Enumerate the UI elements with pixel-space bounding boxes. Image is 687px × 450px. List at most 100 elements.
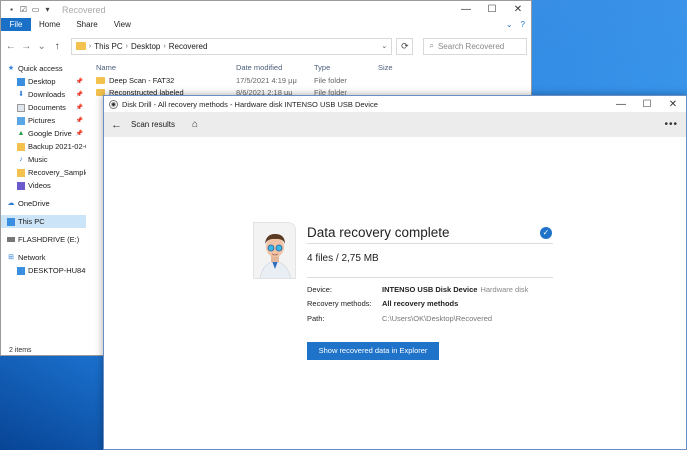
file-row[interactable]: Deep Scan - FAT32 17/5/2021 4:19 μμ File… xyxy=(86,74,531,86)
nav-videos[interactable]: Videos xyxy=(1,179,86,192)
column-type[interactable]: Type xyxy=(314,63,378,72)
nav-label: Videos xyxy=(28,181,51,190)
close-button[interactable]: ✕ xyxy=(660,96,686,112)
star-icon: ★ xyxy=(7,64,15,72)
tab-home[interactable]: Home xyxy=(31,18,68,31)
pictures-icon xyxy=(17,116,25,125)
tab-view[interactable]: View xyxy=(106,18,139,31)
nav-desktop-pc[interactable]: DESKTOP-HU849T5 xyxy=(1,264,86,277)
column-size[interactable]: Size xyxy=(378,63,393,72)
nav-google-drive[interactable]: ▲ Google Drive 📌 xyxy=(1,127,86,140)
nav-documents[interactable]: Documents 📌 xyxy=(1,101,86,114)
checkmark-icon[interactable]: ☑ xyxy=(19,5,28,14)
device-extra: Hardware disk xyxy=(480,284,529,294)
recovery-complete-heading: Data recovery complete xyxy=(307,225,450,240)
more-options-icon[interactable]: ••• xyxy=(664,119,678,130)
chevron-down-icon[interactable]: ▾ xyxy=(43,5,52,14)
nav-label: Network xyxy=(18,253,46,262)
nav-quick-access[interactable]: ★ Quick access xyxy=(1,62,86,75)
breadcrumb-separator-icon: › xyxy=(125,42,129,50)
file-date: 17/5/2021 4:19 μμ xyxy=(236,75,297,85)
disk-drill-title-bar[interactable]: ◉ Disk Drill - All recovery methods - Ha… xyxy=(104,96,686,112)
back-arrow-icon[interactable]: ← xyxy=(5,41,16,52)
cloud-icon: ☁ xyxy=(7,199,15,207)
nav-pictures[interactable]: Pictures 📌 xyxy=(1,114,86,127)
nav-label: Documents xyxy=(28,103,66,112)
nav-label: Quick access xyxy=(18,64,63,73)
desktop-icon xyxy=(17,77,25,86)
nav-label: Music xyxy=(28,155,48,164)
recovery-methods-label: Recovery methods: xyxy=(307,299,372,309)
forward-arrow-icon[interactable]: → xyxy=(20,41,31,52)
maximize-button[interactable]: ☐ xyxy=(479,1,505,18)
recovery-methods-value: All recovery methods xyxy=(382,299,459,309)
pin-icon: 📌 xyxy=(75,79,83,85)
ribbon-right-controls: ⌄ ? xyxy=(506,18,531,31)
nav-flashdrive[interactable]: FLASHDRIVE (E:) xyxy=(1,233,86,246)
search-input[interactable]: ⌕ Search Recovered xyxy=(423,37,527,55)
minimize-button[interactable]: — xyxy=(608,96,634,112)
nav-desktop[interactable]: Desktop 📌 xyxy=(1,75,86,88)
network-icon: ⊞ xyxy=(8,253,14,261)
folder-icon xyxy=(17,142,25,151)
quick-access-toolbar: ▪ ☑ ▭ ▾ xyxy=(7,5,52,14)
explorer-title: Recovered xyxy=(62,4,106,15)
music-icon: ♪ xyxy=(19,155,23,163)
nav-label: OneDrive xyxy=(18,199,50,208)
scan-results-link[interactable]: Scan results xyxy=(131,120,175,129)
nav-onedrive[interactable]: ☁ OneDrive xyxy=(1,197,86,210)
document-icon xyxy=(17,103,25,112)
back-arrow-icon[interactable]: ← xyxy=(111,119,122,131)
new-folder-icon[interactable]: ▭ xyxy=(31,5,40,14)
recovered-size-summary: 4 files / 2,75 MB xyxy=(307,253,379,264)
disk-drill-window[interactable]: ◉ Disk Drill - All recovery methods - Ha… xyxy=(103,95,687,450)
home-icon[interactable]: ⌂ xyxy=(192,119,198,130)
refresh-button[interactable]: ⟳ xyxy=(396,37,414,55)
disk-drill-toolbar: ← Scan results ⌂ ••• xyxy=(104,112,686,137)
column-name[interactable]: Name xyxy=(96,63,236,72)
address-bar[interactable]: › This PC › Desktop › Recovered ⌄ xyxy=(70,37,393,55)
recent-chevron-icon[interactable]: ⌄ xyxy=(36,41,47,52)
folder-icon xyxy=(75,42,86,50)
pin-icon: 📌 xyxy=(75,105,83,111)
recovery-mascot-avatar xyxy=(253,222,296,279)
nav-downloads[interactable]: ⬇ Downloads 📌 xyxy=(1,88,86,101)
column-date-modified[interactable]: Date modified xyxy=(236,63,314,72)
path-value[interactable]: C:\Users\OK\Desktop\Recovered xyxy=(382,314,492,323)
recovery-summary: Data recovery complete ✓ 4 files / 2,75 … xyxy=(307,222,553,360)
usb-drive-icon xyxy=(7,237,15,242)
disk-drill-window-controls: — ☐ ✕ xyxy=(608,96,686,112)
breadcrumb-recovered[interactable]: Recovered xyxy=(169,42,208,51)
chevron-down-icon[interactable]: ⌄ xyxy=(381,42,387,50)
chevron-down-icon[interactable]: ⌄ xyxy=(506,20,513,29)
nav-label: DESKTOP-HU849T5 xyxy=(28,266,86,275)
help-icon[interactable]: ? xyxy=(521,20,525,29)
device-row: Device: INTENSO USB Disk Device Hardware… xyxy=(307,282,553,297)
tab-share[interactable]: Share xyxy=(68,18,105,31)
nav-music[interactable]: ♪ Music xyxy=(1,153,86,166)
nav-backup[interactable]: Backup 2021-02-07 xyxy=(1,140,86,153)
nav-label: FLASHDRIVE (E:) xyxy=(18,235,80,244)
nav-network[interactable]: ⊞ Network xyxy=(1,251,86,264)
minimize-button[interactable]: — xyxy=(453,1,479,18)
show-in-explorer-button[interactable]: Show recovered data in Explorer xyxy=(307,341,439,360)
folder-icon xyxy=(17,168,25,177)
folder-icon: ▪ xyxy=(10,5,13,14)
recovery-heading-row: Data recovery complete ✓ xyxy=(307,222,553,244)
maximize-button[interactable]: ☐ xyxy=(634,96,660,112)
explorer-window-controls: — ☐ ✕ xyxy=(453,1,531,18)
ribbon-tabs: File Home Share View ⌄ ? xyxy=(1,18,531,31)
nav-this-pc[interactable]: This PC xyxy=(1,215,86,228)
breadcrumb-this-pc[interactable]: This PC xyxy=(94,42,122,51)
close-button[interactable]: ✕ xyxy=(505,1,531,18)
tab-file[interactable]: File xyxy=(1,18,31,31)
video-icon xyxy=(17,181,25,190)
download-icon: ⬇ xyxy=(18,90,24,98)
breadcrumb-desktop[interactable]: Desktop xyxy=(131,42,160,51)
nav-label: Pictures xyxy=(28,116,56,125)
checkmark-icon: ✓ xyxy=(540,227,552,239)
nav-recovery-sample[interactable]: Recovery_Sample_C xyxy=(1,166,86,179)
nav-label: Recovery_Sample_C xyxy=(28,168,86,177)
up-arrow-icon[interactable]: ↑ xyxy=(51,41,62,52)
explorer-title-bar[interactable]: ▪ ☑ ▭ ▾ Recovered — ☐ ✕ xyxy=(1,1,531,18)
